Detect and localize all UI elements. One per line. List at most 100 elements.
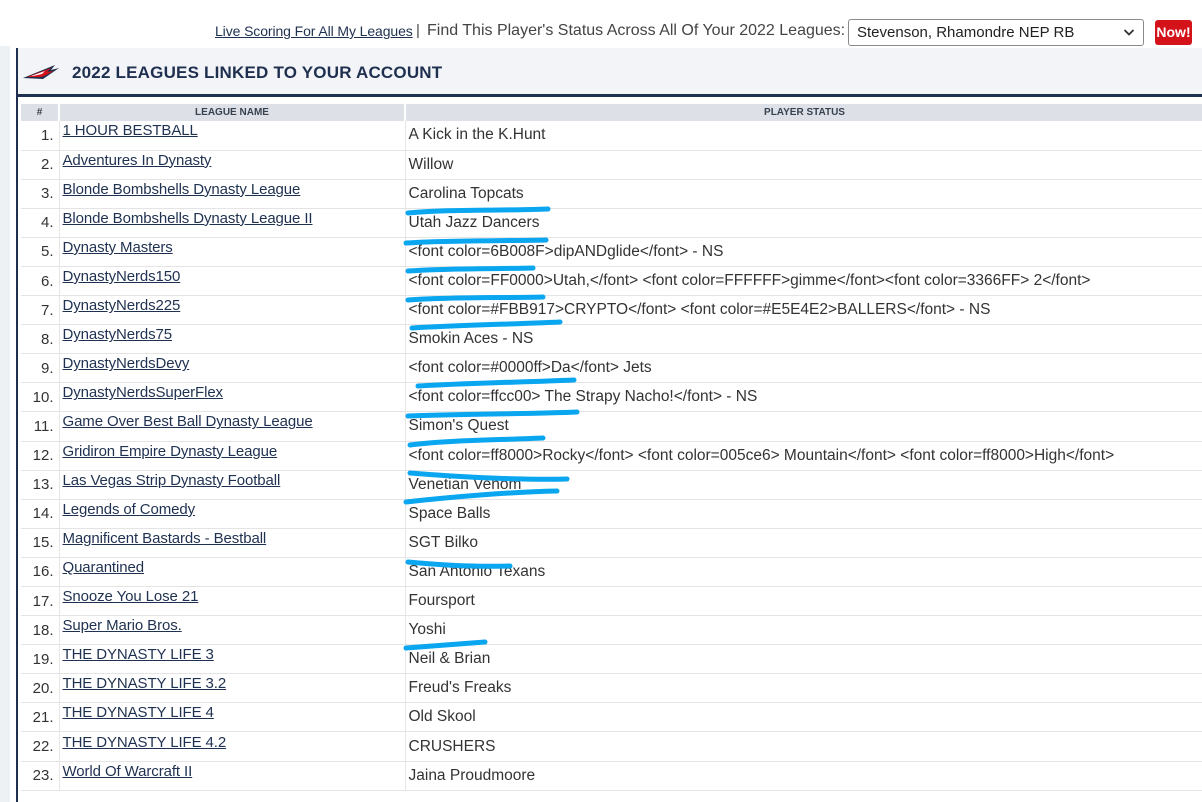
row-number: 13.	[21, 470, 60, 500]
player-select-value: Stevenson, Rhamondre NEP RB	[857, 24, 1075, 41]
league-link[interactable]: World Of Warcraft II	[63, 763, 193, 780]
row-number: 9.	[21, 353, 60, 384]
mfl-logo-icon	[23, 65, 59, 79]
column-header-number: #	[21, 104, 60, 121]
league-link[interactable]: Snooze You Lose 21	[63, 588, 199, 605]
player-status-cell: <font color=#FBB917>CRYPTO</font> <font …	[405, 295, 1202, 326]
table-row: 12. Gridiron Empire Dynasty League <font c…	[21, 441, 1202, 471]
player-status-toolbar: Live Scoring For All My Leagues | Find T…	[0, 19, 1202, 47]
league-link[interactable]: Blonde Bombshells Dynasty League II	[63, 210, 313, 227]
row-number: 14.	[21, 499, 60, 529]
table-row: 5. Dynasty Masters <font color=6B008F>dipA…	[21, 237, 1202, 267]
league-link[interactable]: Quarantined	[63, 559, 145, 576]
league-name-cell: World Of Warcraft II	[59, 761, 406, 791]
league-name-cell: THE DYNASTY LIFE 3.2	[59, 673, 406, 704]
row-number: 15.	[21, 528, 60, 558]
row-number: 5.	[21, 237, 60, 267]
league-name-cell: Quarantined	[59, 557, 406, 588]
table-row: 11. Game Over Best Ball Dynasty League Sim…	[21, 411, 1202, 442]
table-row: 17. Snooze You Lose 21 Foursport	[21, 586, 1202, 617]
league-link[interactable]: THE DYNASTY LIFE 4.2	[63, 734, 227, 751]
player-status-cell: Neil & Brian	[405, 644, 1202, 675]
league-link[interactable]: Gridiron Empire Dynasty League	[63, 443, 278, 460]
league-name-cell: Las Vegas Strip Dynasty Football	[59, 470, 406, 500]
row-number: 7.	[21, 295, 60, 326]
table-row: 21. THE DYNASTY LIFE 4 Old Skool	[21, 702, 1202, 733]
league-name-cell: Blonde Bombshells Dynasty League II	[59, 208, 406, 238]
table-row: 10. DynastyNerdsSuperFlex <font color=ffcc…	[21, 382, 1202, 413]
league-link[interactable]: Blonde Bombshells Dynasty League	[63, 181, 301, 198]
player-status-cell: Yoshi	[405, 615, 1202, 646]
player-status-cell: San Antonio Texans	[405, 557, 1202, 588]
league-link[interactable]: Dynasty Masters	[63, 239, 173, 256]
league-link[interactable]: THE DYNASTY LIFE 3.2	[63, 675, 227, 692]
league-name-cell: Game Over Best Ball Dynasty League	[59, 411, 406, 442]
row-number: 2.	[21, 150, 60, 180]
league-link[interactable]: Legends of Comedy	[63, 501, 196, 518]
table-header-row: # LEAGUE NAME PLAYER STATUS	[21, 104, 1202, 121]
player-status-cell: Venetian Venom	[405, 470, 1202, 500]
league-link[interactable]: 1 HOUR BESTBALL	[63, 122, 198, 139]
league-link[interactable]: Magnificent Bastards - Bestball	[63, 530, 267, 547]
row-number: 4.	[21, 208, 60, 238]
table-row: 7. DynastyNerds225 <font color=#FBB917>CRY…	[21, 295, 1202, 326]
find-player-label: Find This Player's Status Across All Of …	[427, 22, 846, 39]
player-status-cell: <font color=6B008F>dipANDglide</font> - …	[405, 237, 1202, 267]
league-name-cell: Legends of Comedy	[59, 499, 406, 529]
table-row: 8. DynastyNerds75 Smokin Aces - NS	[21, 324, 1202, 355]
table-row: 3. Blonde Bombshells Dynasty League Caroli…	[21, 179, 1202, 209]
player-status-cell: Foursport	[405, 586, 1202, 617]
league-link[interactable]: DynastyNerds150	[63, 268, 181, 285]
league-link[interactable]: THE DYNASTY LIFE 4	[63, 704, 214, 721]
table-row: 6. DynastyNerds150 <font color=FF0000>Utah…	[21, 266, 1202, 297]
column-header-player-status: PLAYER STATUS	[405, 104, 1202, 121]
player-status-cell: Carolina Topcats	[405, 179, 1202, 209]
table-row: 1. 1 HOUR BESTBALL A Kick in the K.Hunt	[21, 121, 1202, 151]
table-row: 13. Las Vegas Strip Dynasty Football Venet…	[21, 470, 1202, 500]
league-link[interactable]: Super Mario Bros.	[63, 617, 182, 634]
table-row: 9. DynastyNerdsDevy <font color=#0000ff>Da…	[21, 353, 1202, 384]
league-name-cell: DynastyNerds150	[59, 266, 406, 297]
league-name-cell: Dynasty Masters	[59, 237, 406, 267]
league-link[interactable]: DynastyNerds75	[63, 326, 173, 343]
table-row: 14. Legends of Comedy Space Balls	[21, 499, 1202, 529]
league-name-cell: DynastyNerdsSuperFlex	[59, 382, 406, 413]
row-number: 8.	[21, 324, 60, 355]
column-header-league-name: LEAGUE NAME	[59, 104, 406, 121]
league-link[interactable]: THE DYNASTY LIFE 3	[63, 646, 214, 663]
player-status-cell: Simon's Quest	[405, 411, 1202, 442]
row-number: 19.	[21, 644, 60, 675]
table-row: 15. Magnificent Bastards - Bestball SGT Bi…	[21, 528, 1202, 558]
table-row: 2. Adventures In Dynasty Willow	[21, 150, 1202, 180]
panel-header: 2022 LEAGUES LINKED TO YOUR ACCOUNT	[18, 48, 1202, 97]
player-status-cell: Utah Jazz Dancers	[405, 208, 1202, 238]
table-row: 19. THE DYNASTY LIFE 3 Neil & Brian	[21, 644, 1202, 675]
leagues-table: # LEAGUE NAME PLAYER STATUS 1. 1 HOUR BES…	[21, 104, 1202, 791]
league-link[interactable]: Las Vegas Strip Dynasty Football	[63, 472, 281, 489]
league-link[interactable]: DynastyNerdsSuperFlex	[63, 384, 224, 401]
table-row: 22. THE DYNASTY LIFE 4.2 CRUSHERS	[21, 731, 1202, 762]
row-number: 21.	[21, 702, 60, 733]
league-name-cell: Blonde Bombshells Dynasty League	[59, 179, 406, 209]
player-select[interactable]: Stevenson, Rhamondre NEP RB	[848, 19, 1144, 46]
row-number: 16.	[21, 557, 60, 588]
player-status-cell: Freud's Freaks	[405, 673, 1202, 704]
player-status-cell: A Kick in the K.Hunt	[405, 121, 1202, 151]
league-link[interactable]: DynastyNerdsDevy	[63, 355, 190, 372]
live-scoring-link[interactable]: Live Scoring For All My Leagues	[215, 23, 413, 39]
player-status-cell: SGT Bilko	[405, 528, 1202, 558]
table-row: 4. Blonde Bombshells Dynasty League II Uta…	[21, 208, 1202, 238]
table-row: 23. World Of Warcraft II Jaina Proudmoore	[21, 761, 1202, 791]
league-link[interactable]: Game Over Best Ball Dynasty League	[63, 413, 313, 430]
player-status-cell: Space Balls	[405, 499, 1202, 529]
player-status-cell: Willow	[405, 150, 1202, 180]
league-link[interactable]: Adventures In Dynasty	[63, 152, 212, 169]
row-number: 23.	[21, 761, 60, 791]
league-name-cell: DynastyNerds225	[59, 295, 406, 326]
row-number: 3.	[21, 179, 60, 209]
separator: |	[416, 22, 420, 39]
now-button[interactable]: Now!	[1155, 20, 1192, 45]
row-number: 1.	[21, 121, 60, 151]
league-name-cell: Gridiron Empire Dynasty League	[59, 441, 406, 471]
league-link[interactable]: DynastyNerds225	[63, 297, 181, 314]
